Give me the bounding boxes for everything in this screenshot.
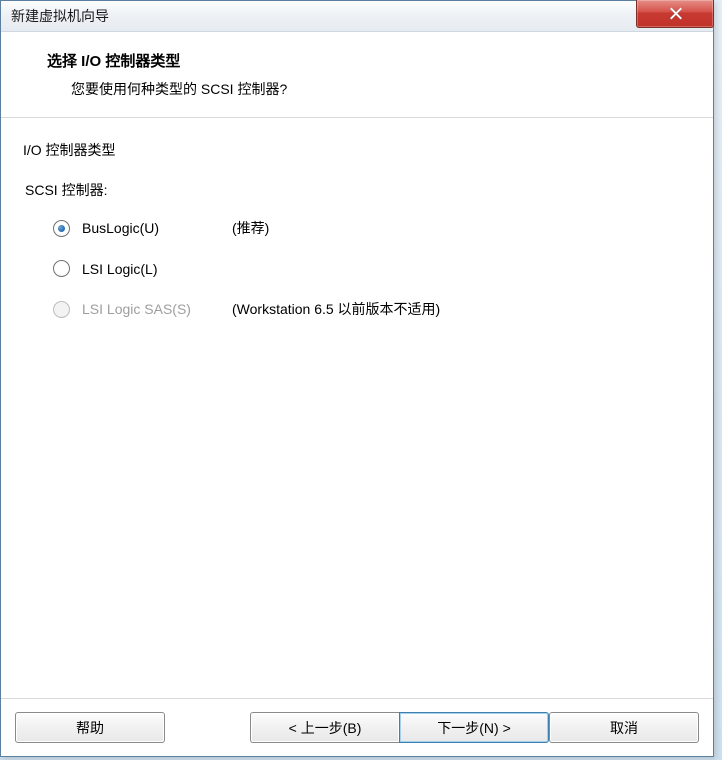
radio-note: (Workstation 6.5 以前版本不适用) — [232, 299, 440, 319]
radio-note: (推荐) — [232, 218, 269, 238]
page-subtitle: 您要使用何种类型的 SCSI 控制器? — [47, 79, 713, 99]
radio-label: LSI Logic SAS(S) — [82, 301, 232, 317]
window-title: 新建虚拟机向导 — [11, 6, 109, 26]
dialog-window: 新建虚拟机向导 选择 I/O 控制器类型 您要使用何种类型的 SCSI 控制器?… — [0, 0, 714, 757]
titlebar: 新建虚拟机向导 — [1, 1, 713, 32]
radio-group-scsi: BusLogic(U) (推荐) LSI Logic(L) LSI Logic … — [23, 218, 693, 319]
radio-option-buslogic[interactable]: BusLogic(U) (推荐) — [53, 218, 693, 238]
radio-label: BusLogic(U) — [82, 220, 232, 236]
close-button[interactable] — [636, 0, 714, 28]
nav-button-group: < 上一步(B) 下一步(N) > — [250, 712, 549, 743]
radio-label: LSI Logic(L) — [82, 261, 232, 277]
wizard-header: 选择 I/O 控制器类型 您要使用何种类型的 SCSI 控制器? — [1, 32, 713, 118]
radio-icon — [53, 220, 70, 237]
next-button[interactable]: 下一步(N) > — [399, 712, 549, 743]
help-button[interactable]: 帮助 — [15, 712, 165, 743]
field-label: SCSI 控制器: — [25, 180, 693, 200]
radio-icon — [53, 260, 70, 277]
cancel-button[interactable]: 取消 — [549, 712, 699, 743]
page-title: 选择 I/O 控制器类型 — [47, 50, 713, 71]
back-button[interactable]: < 上一步(B) — [250, 712, 399, 743]
radio-option-lsilogic[interactable]: LSI Logic(L) — [53, 260, 693, 277]
dialog-footer: 帮助 < 上一步(B) 下一步(N) > 取消 — [1, 698, 713, 756]
group-title: I/O 控制器类型 — [23, 140, 693, 160]
content-area: I/O 控制器类型 SCSI 控制器: BusLogic(U) (推荐) LSI… — [1, 118, 713, 319]
close-icon — [669, 7, 682, 20]
radio-option-lsilogic-sas: LSI Logic SAS(S) (Workstation 6.5 以前版本不适… — [53, 299, 693, 319]
radio-icon — [53, 301, 70, 318]
